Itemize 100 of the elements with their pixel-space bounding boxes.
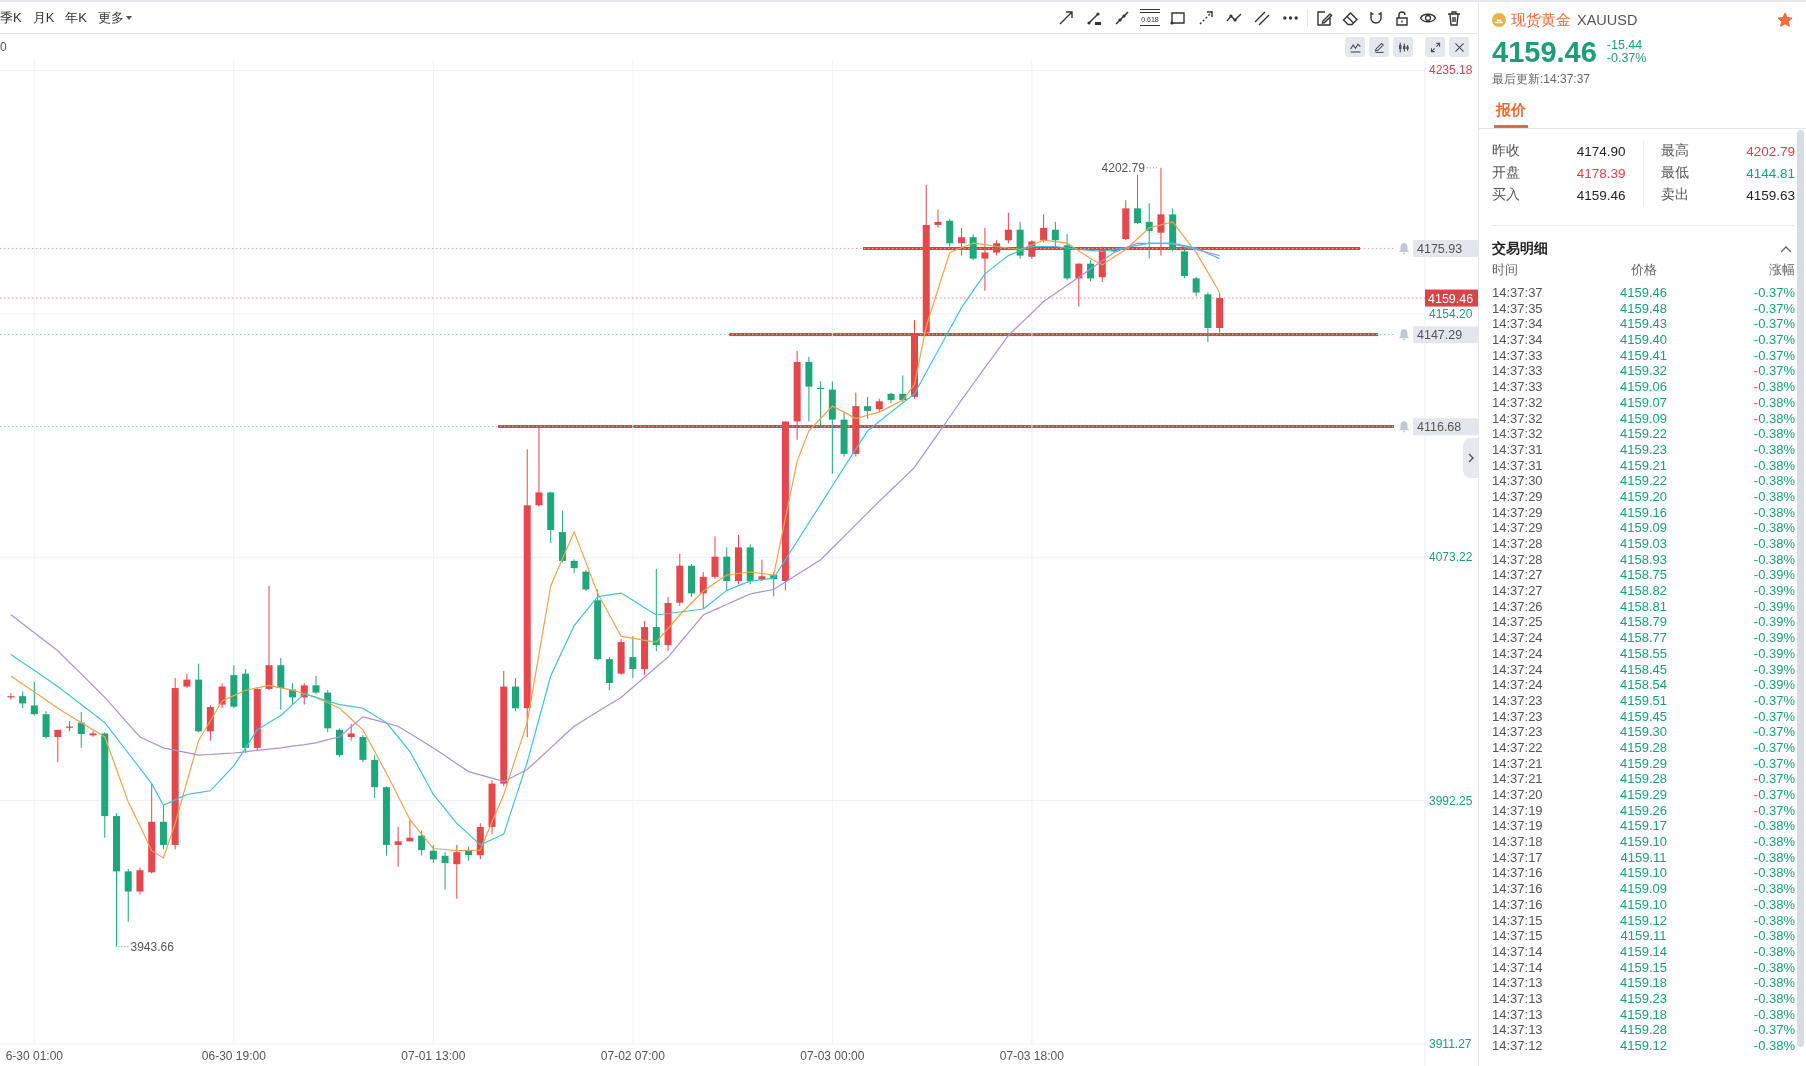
price-cell: 4159.11	[1620, 849, 1667, 866]
percent-change: -0.37%	[1606, 52, 1647, 65]
time-axis-label: 07-03 18:00	[999, 1049, 1064, 1063]
candlestick-icon	[1396, 40, 1410, 54]
price-annotation: 4202.79	[1101, 160, 1160, 175]
candle	[746, 543, 754, 585]
change-cell: -0.38%	[1753, 379, 1795, 395]
candle	[277, 657, 285, 711]
candle	[124, 868, 132, 923]
change-cell: -0.37%	[1753, 285, 1795, 301]
candle	[136, 867, 144, 896]
stat-value: 4202.79	[1746, 143, 1795, 159]
scrollbar[interactable]	[1797, 130, 1804, 1047]
instrument-name: 现货黄金	[1511, 10, 1571, 30]
candle	[875, 398, 883, 413]
change-cell: -0.37%	[1753, 332, 1795, 348]
price-cell: 4159.10	[1620, 896, 1667, 913]
change-cell: -0.37%	[1753, 363, 1795, 380]
price-cell: 4159.10	[1620, 865, 1667, 882]
column-header: 涨幅	[1769, 261, 1795, 279]
time-cell: 14:37:17	[1492, 849, 1543, 866]
price-cell: 4159.29	[1620, 787, 1667, 803]
time-cell: 14:37:23	[1492, 692, 1543, 709]
close-button[interactable]	[1449, 37, 1469, 57]
candle	[805, 356, 813, 422]
price-change: -15.44	[1606, 39, 1644, 52]
time-cell: 14:37:18	[1492, 834, 1543, 850]
candle	[1180, 246, 1188, 279]
candle	[605, 656, 613, 691]
candle	[195, 663, 203, 733]
change-cell: -0.37%	[1753, 300, 1795, 317]
stat-label: 最低	[1660, 164, 1689, 182]
price-cell: 4159.09	[1620, 520, 1667, 536]
candle	[7, 692, 15, 701]
price-cell: 4159.22	[1620, 473, 1667, 489]
price-axis-label: 4154.20	[1429, 306, 1473, 321]
candle	[183, 673, 191, 689]
price-cell: 4159.43	[1620, 316, 1667, 333]
change-cell: -0.38%	[1753, 943, 1795, 960]
last-price-tag: 4159.46	[1425, 289, 1478, 307]
period-tab[interactable]: 年K	[65, 9, 87, 26]
time-axis-label: 06-30 19:00	[201, 1049, 266, 1063]
column-header: 价格	[1630, 261, 1657, 279]
trash-icon	[1445, 8, 1463, 27]
price-cell: 4159.29	[1620, 755, 1667, 772]
price-axis-label: 3911.27	[1429, 1037, 1472, 1051]
more-dropdown[interactable]: 更多	[98, 9, 132, 26]
price-cell: 4159.28	[1620, 771, 1667, 787]
change-cell: -0.38%	[1753, 834, 1795, 850]
candlestick-button[interactable]	[1393, 37, 1413, 57]
candle	[1040, 213, 1048, 243]
dashed-arrow-icon	[1197, 8, 1215, 27]
candle	[1110, 247, 1118, 254]
change-cell: -0.37%	[1753, 316, 1795, 333]
time-cell: 14:37:32	[1492, 394, 1543, 411]
price-cell: 4159.14	[1620, 943, 1667, 960]
pencil-button[interactable]	[1369, 37, 1389, 57]
candle	[1169, 207, 1177, 252]
candle	[864, 396, 872, 419]
time-cell: 14:37:23	[1492, 708, 1543, 725]
stat-value: 4174.90	[1576, 143, 1626, 159]
change-cell: -0.38%	[1753, 488, 1795, 505]
coin-icon	[1492, 13, 1506, 27]
line-chart-button[interactable]	[1345, 37, 1365, 57]
price-cell: 4158.93	[1620, 551, 1667, 568]
price-tag: 4116.68	[1413, 418, 1478, 436]
price-cell: 4159.09	[1620, 410, 1667, 427]
time-cell: 14:37:35	[1492, 300, 1543, 317]
candle	[758, 559, 766, 582]
period-tab[interactable]: 季K	[0, 9, 22, 26]
chevron-up-icon[interactable]	[1780, 245, 1792, 253]
candle	[394, 826, 402, 868]
candle	[1122, 199, 1130, 241]
candle	[42, 710, 50, 739]
candle	[723, 546, 731, 591]
candle	[1028, 239, 1036, 260]
price-cell: 4159.15	[1620, 959, 1667, 976]
time-cell: 14:37:22	[1492, 739, 1543, 756]
candle	[30, 681, 38, 716]
time-cell: 14:37:29	[1492, 504, 1543, 521]
candle	[218, 682, 226, 709]
candle	[1051, 221, 1059, 248]
period-tab[interactable]: 月K	[32, 9, 55, 26]
price-tag: 4175.93	[1413, 240, 1478, 258]
candle	[359, 734, 367, 763]
candle	[641, 620, 649, 676]
candle	[406, 819, 414, 842]
candle	[617, 638, 625, 676]
expand-button[interactable]	[1425, 37, 1445, 57]
price-cell: 4159.20	[1620, 488, 1667, 505]
candle	[253, 686, 261, 751]
time-cell: 14:37:28	[1492, 536, 1543, 552]
star-icon[interactable]	[1777, 12, 1793, 28]
time-cell: 14:37:24	[1492, 677, 1543, 693]
price-cell: 4159.40	[1620, 332, 1667, 348]
collapse-handle[interactable]	[1463, 438, 1478, 478]
price-cell: 4159.11	[1620, 928, 1667, 944]
price-cell: 4158.79	[1620, 614, 1667, 631]
candle	[1087, 259, 1095, 282]
time-cell: 14:37:21	[1492, 755, 1543, 772]
